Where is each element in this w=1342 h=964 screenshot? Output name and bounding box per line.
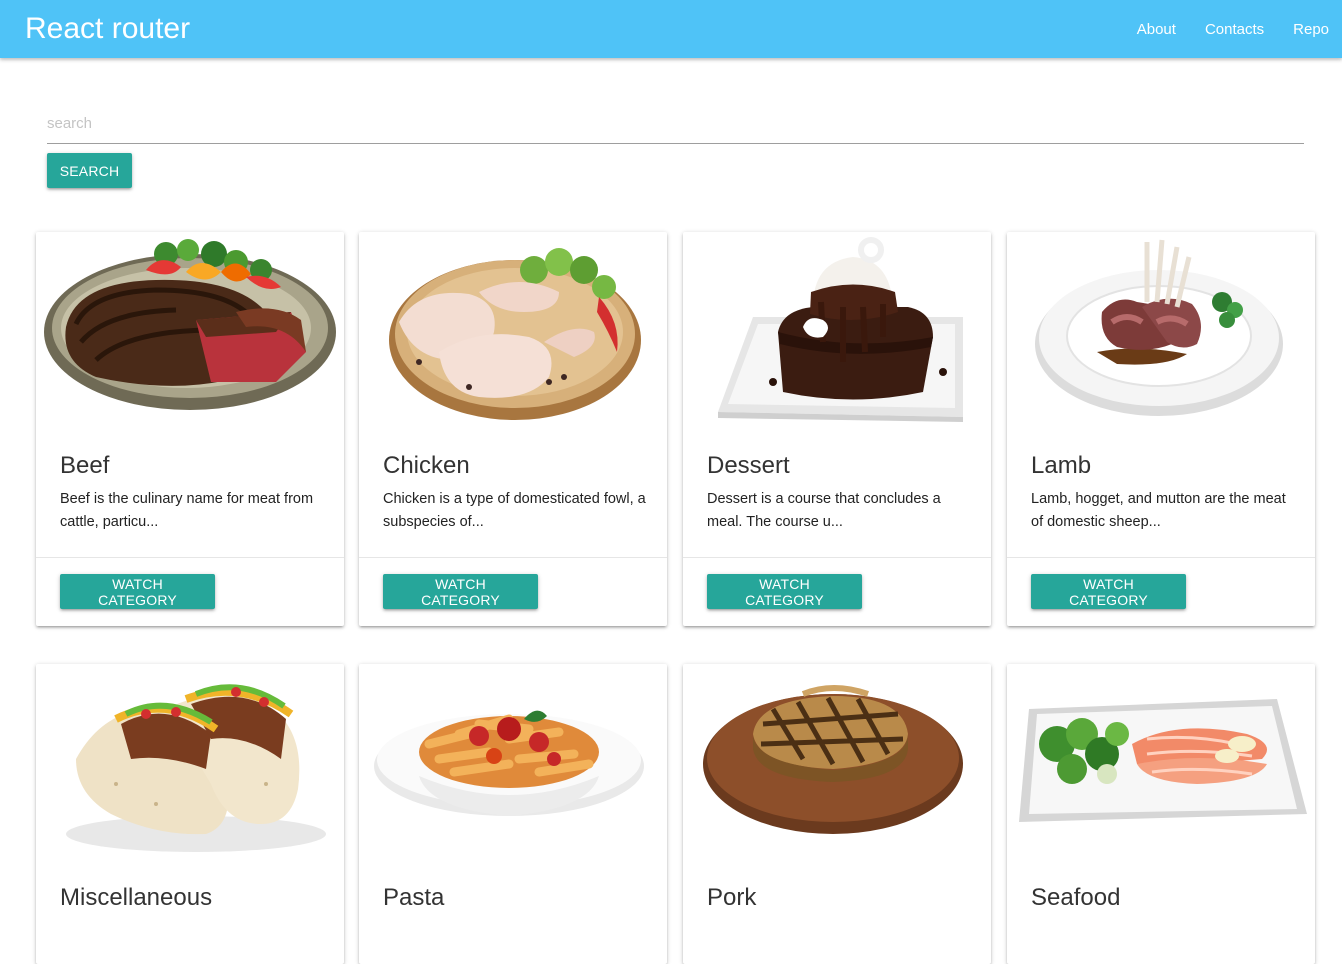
salmon-platter-image [1007,664,1315,864]
nav-link-contacts[interactable]: Contacts [1190,21,1278,38]
chocolate-cake-image [683,232,991,432]
card-title: Pork [707,884,757,911]
card-title: Beef [60,452,110,479]
category-card-pasta: Pasta [359,664,667,964]
card-action: Watch category [359,557,667,626]
card-description: Lamb, hogget, and mutton are the meat of… [1031,491,1286,530]
card-description: Chicken is a type of domesticated fowl, … [383,491,646,530]
pasta-bowl-image [359,664,667,864]
tacos-image [36,664,344,864]
card-action: Watch category [1007,557,1315,626]
card-title: Dessert [707,452,790,479]
card-title: Lamb [1031,452,1092,479]
category-card-miscellaneous: Miscellaneous [36,664,344,964]
brand-logo[interactable]: React router [25,9,190,49]
lamb-rack-image [1007,232,1315,432]
nav-links: About Contacts Repo [1122,0,1342,58]
category-card-beef: Beef Beef is the culinary name for meat … [36,232,344,626]
pork-chop-board-image [683,664,991,864]
steak-plate-image [36,232,344,432]
category-card-seafood: Seafood [1007,664,1315,964]
search-input[interactable] [47,104,1304,144]
watch-category-button[interactable]: Watch category [383,574,538,609]
card-action: Watch category [683,557,991,626]
card-title: Seafood [1031,884,1121,911]
category-card-chicken: Chicken Chicken is a type of domesticate… [359,232,667,626]
card-action: Watch category [36,557,344,626]
category-card-lamb: Lamb Lamb, hogget, and mutton are the me… [1007,232,1315,626]
search-button[interactable]: Search [47,153,132,188]
category-card-pork: Pork [683,664,991,964]
card-description: Dessert is a course that concludes a mea… [707,491,941,530]
watch-category-button[interactable]: Watch category [707,574,862,609]
nav-link-repo[interactable]: Repo [1279,21,1342,38]
card-description: Beef is the culinary name for meat from … [60,491,314,530]
top-navbar: React router About Contacts Repo [0,0,1342,58]
card-title: Pasta [383,884,445,911]
category-card-dessert: Dessert Dessert is a course that conclud… [683,232,991,626]
card-title: Chicken [383,452,470,479]
watch-category-button[interactable]: Watch category [1031,574,1186,609]
card-title: Miscellaneous [60,884,213,911]
watch-category-button[interactable]: Watch category [60,574,215,609]
chicken-legs-image [359,232,667,432]
nav-link-about[interactable]: About [1122,21,1190,38]
